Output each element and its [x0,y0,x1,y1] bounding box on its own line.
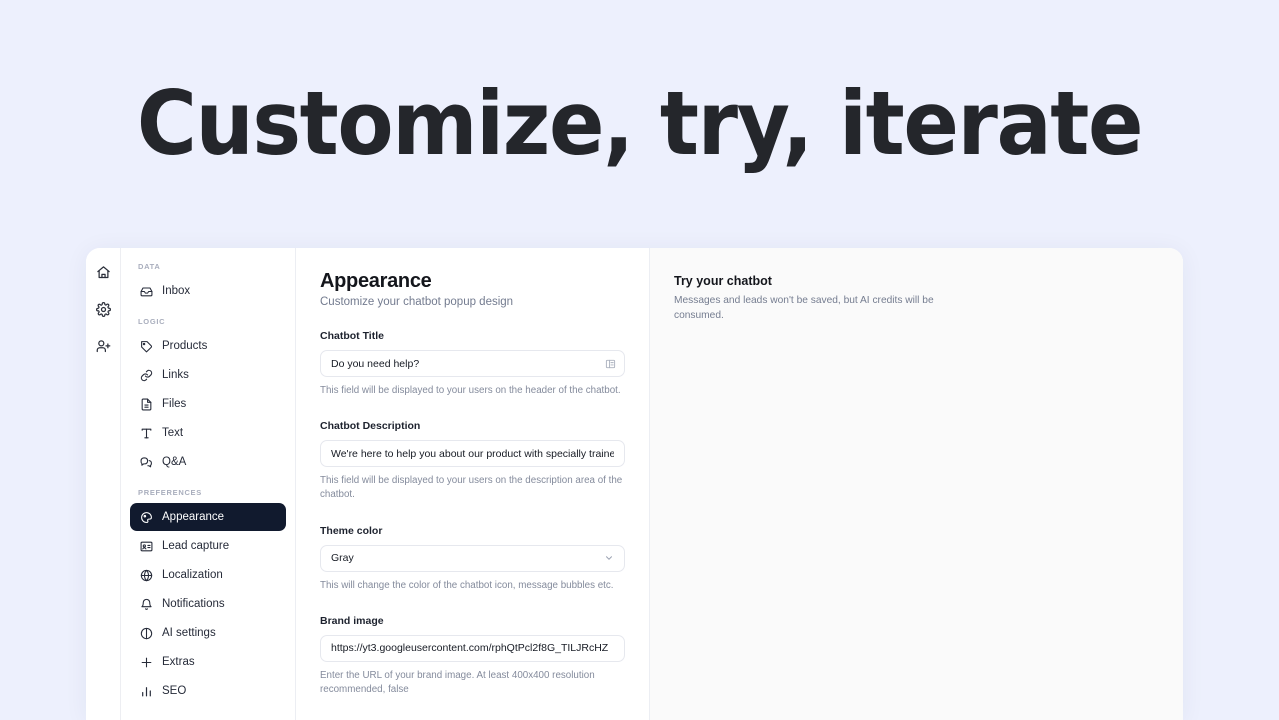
sidebar-item-label: SEO [162,685,187,697]
chevron-down-icon [604,553,614,563]
sidebar-item-links[interactable]: Links [130,361,286,389]
sidebar-item-label: Products [162,340,208,352]
sidebar-item-text[interactable]: Text [130,419,286,447]
sidebar-item-localization[interactable]: Localization [130,561,286,589]
chatbot-preview-panel: Try your chatbot Messages and leads won'… [650,248,1183,720]
bar-chart-icon [139,684,153,698]
sidebar-group-label-data: DATA [138,262,161,271]
sidebar-item-label: Lead capture [162,540,230,552]
panel-title: Appearance [320,270,432,292]
rail-item-settings[interactable] [91,297,115,321]
theme-color-select[interactable]: Gray [320,544,625,572]
chatbot-description-input[interactable] [331,447,614,460]
palette-icon [139,510,153,524]
sidebar-item-label: Extras [162,656,195,668]
sidebar-item-seo[interactable]: SEO [130,677,286,705]
sidebar-item-label: Links [162,369,189,381]
theme-color-value: Gray [331,552,354,565]
field-hint: Enter the URL of your brand image. At le… [320,669,595,696]
field-brand-image: Brand image Enter the URL of your brand … [320,615,625,697]
chat-icon [139,455,153,469]
sidebar-nav: DATA Inbox LOGIC Products Links Files Te… [121,248,295,720]
field-label: Brand image [320,614,384,627]
sidebar-item-files[interactable]: Files [130,390,286,418]
chatbot-description-input-wrap[interactable] [320,440,625,468]
inbox-icon [139,284,153,298]
sidebar-item-label: Q&A [162,456,187,468]
contrast-icon [139,626,153,640]
field-chatbot-title: Chatbot Title This field will be display… [320,330,625,398]
user-plus-icon [96,339,111,354]
field-theme-color: Theme color Gray This will change the co… [320,525,625,593]
sidebar-item-inbox[interactable]: Inbox [130,277,286,305]
panel-subtitle: Customize your chatbot popup design [320,296,514,308]
preview-description: Messages and leads won't be saved, but A… [674,295,934,322]
sidebar-item-label: Notifications [162,598,225,610]
tag-icon [139,339,153,353]
sidebar-item-extras[interactable]: Extras [130,648,286,676]
sidebar-item-label: Text [162,427,184,439]
field-hint: This field will be displayed to your use… [320,475,623,501]
brand-image-input[interactable] [331,642,614,655]
app-window: DATA Inbox LOGIC Products Links Files Te… [86,248,1183,720]
bell-icon [139,597,153,611]
sidebar-item-label: Inbox [162,285,191,297]
id-card-icon [139,539,153,553]
sidebar-item-appearance[interactable]: Appearance [130,503,286,531]
sidebar-item-products[interactable]: Products [130,332,286,360]
field-label: Chatbot Title [320,330,384,342]
sidebar-group-label-logic: LOGIC [138,317,166,326]
rail-item-invite[interactable] [91,334,115,358]
sidebar-item-notifications[interactable]: Notifications [130,590,286,618]
appearance-form-panel: Appearance Customize your chatbot popup … [295,248,650,720]
text-icon [139,426,153,440]
sidebar-item-lead-capture[interactable]: Lead capture [130,532,286,560]
preview-header: Try your chatbot Messages and leads won'… [650,274,1183,324]
preview-title: Try your chatbot [674,274,772,288]
home-icon [96,265,111,280]
rail-item-home[interactable] [91,260,115,284]
plus-icon [139,655,153,669]
sidebar-item-label: Appearance [162,511,225,523]
page-title: Customize, try, iterate [136,72,1144,175]
sidebar-item-label: AI settings [162,627,216,639]
link-icon [139,368,153,382]
field-hint: This will change the color of the chatbo… [320,579,614,591]
file-icon [139,397,153,411]
field-label: Chatbot Description [320,420,421,433]
sidebar-item-qa[interactable]: Q&A [130,448,286,476]
chatbot-title-input-wrap[interactable] [320,350,625,377]
sidebar-item-label: Files [162,398,187,410]
layout-list-icon[interactable] [605,358,616,369]
sidebar-group-label-preferences: PREFERENCES [138,488,202,497]
field-hint: This field will be displayed to your use… [320,385,621,396]
gear-icon [95,301,111,317]
hero-banner: Customize, try, iterate [0,0,1279,248]
field-chatbot-description: Chatbot Description This field will be d… [320,420,625,502]
sidebar-item-label: Localization [162,569,223,581]
brand-image-input-wrap[interactable] [320,634,625,662]
field-label: Theme color [320,524,383,537]
icon-rail [86,248,121,720]
globe-icon [139,568,153,582]
chatbot-title-input[interactable] [331,357,614,370]
sidebar-item-ai-settings[interactable]: AI settings [130,619,286,647]
